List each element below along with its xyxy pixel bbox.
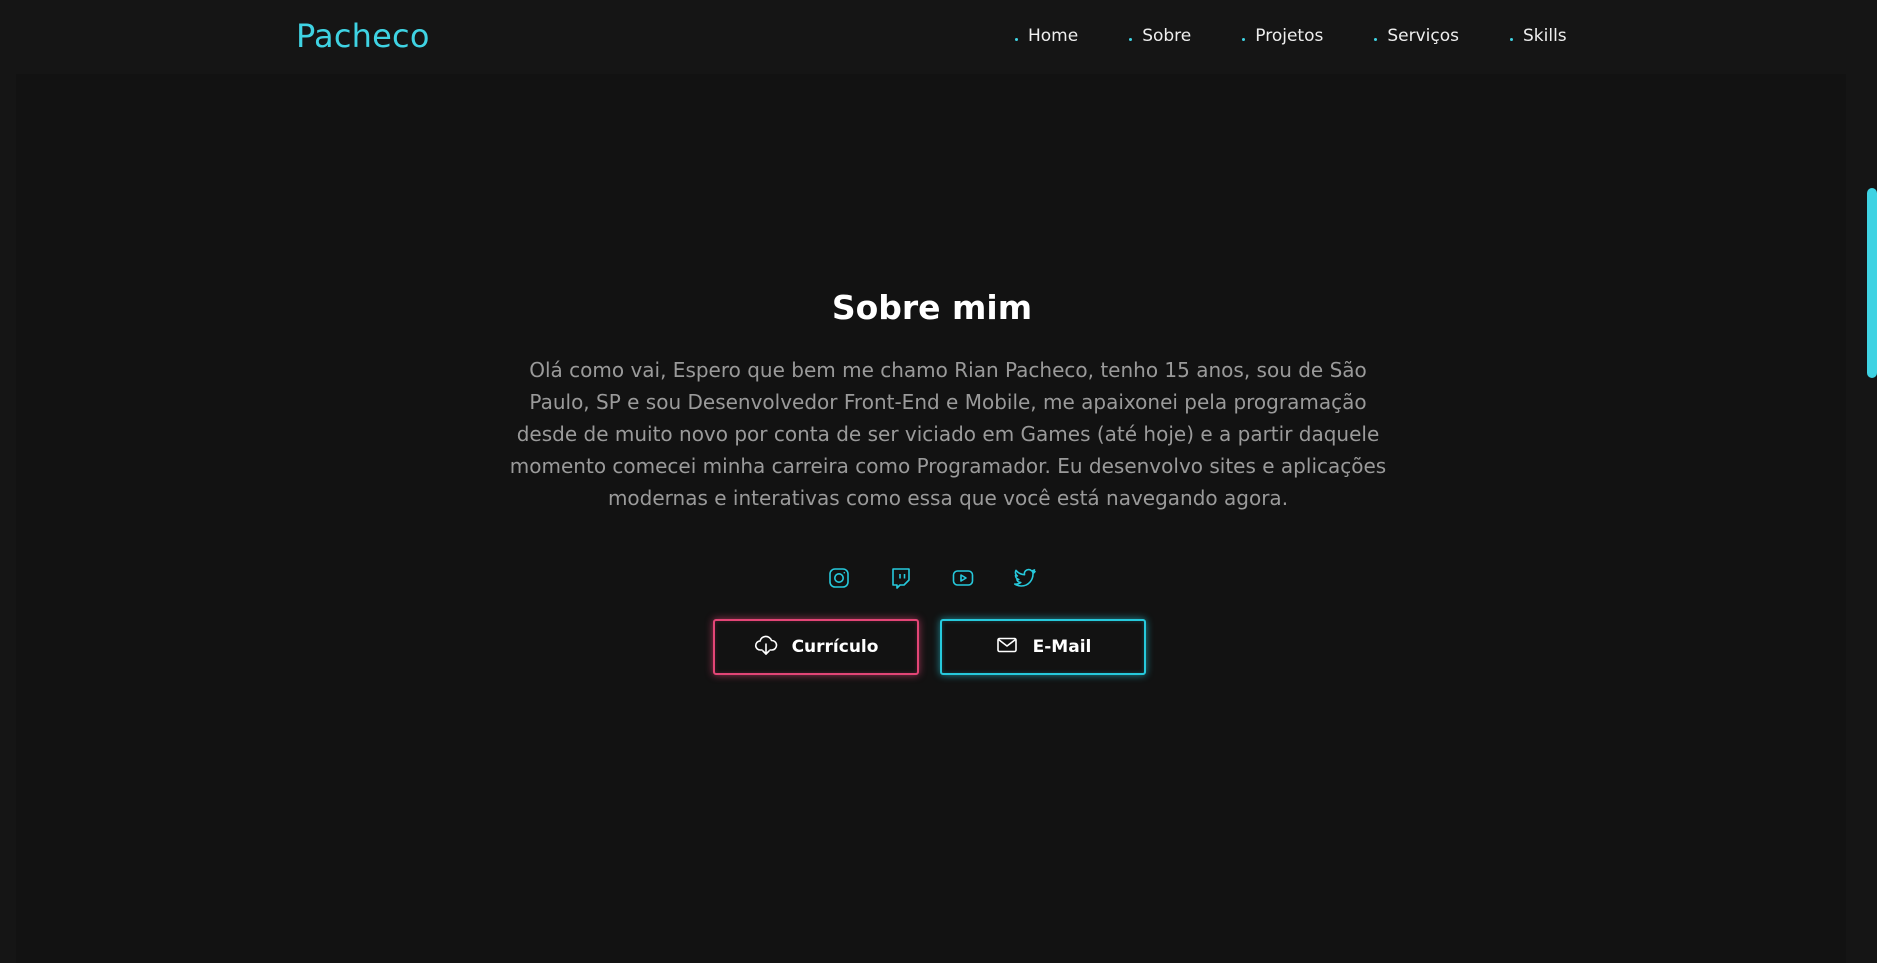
header: Pacheco Home Sobre Projetos Serviços Ski… — [0, 0, 1877, 74]
nav-item-label: Home — [1028, 26, 1079, 46]
nav-item-projetos[interactable]: Projetos — [1242, 22, 1323, 50]
page: Pacheco Home Sobre Projetos Serviços Ski… — [0, 0, 1877, 963]
nav-item-label: Sobre — [1142, 26, 1192, 46]
nav-dot — [1129, 37, 1133, 41]
nav-dot — [1509, 37, 1513, 41]
email-button-label: E-Mail — [1032, 637, 1092, 657]
resume-button-label: Currículo — [791, 637, 879, 657]
resume-button[interactable]: Currículo — [713, 619, 919, 675]
scrollbar-track[interactable] — [1867, 0, 1877, 963]
nav-item-sobre[interactable]: Sobre — [1129, 22, 1191, 50]
social-links — [16, 566, 1848, 590]
about-section: Sobre mim Olá como vai, Espero que bem m… — [16, 74, 1846, 963]
scrollbar-thumb[interactable] — [1867, 188, 1877, 378]
instagram-icon[interactable] — [827, 566, 851, 590]
main-nav: Home Sobre Projetos Serviços Skills — [1015, 22, 1567, 50]
nav-item-home[interactable]: Home — [1015, 22, 1078, 50]
main-content: Sobre mim Olá como vai, Espero que bem m… — [16, 74, 1846, 963]
nav-dot — [1015, 37, 1018, 41]
logo[interactable]: Pacheco — [296, 14, 430, 58]
mail-icon — [995, 633, 1019, 662]
twitter-icon[interactable] — [1013, 566, 1037, 590]
twitch-icon[interactable] — [889, 566, 913, 590]
about-description: Olá como vai, Espero que bem me chamo Ri… — [509, 358, 1387, 510]
about-actions: Currículo E-Mail — [713, 619, 1146, 675]
cloud-download-icon — [754, 633, 778, 662]
youtube-icon[interactable] — [951, 566, 975, 590]
about-title: Sobre mim — [831, 288, 1033, 327]
nav-item-skills[interactable]: Skills — [1509, 22, 1567, 50]
nav-item-label: Projetos — [1255, 26, 1324, 46]
email-button[interactable]: E-Mail — [940, 619, 1146, 675]
nav-dot — [1242, 37, 1246, 41]
nav-item-label: Serviços — [1387, 26, 1459, 46]
nav-dot — [1374, 37, 1378, 41]
nav-item-label: Skills — [1522, 26, 1567, 46]
nav-item-servicos[interactable]: Serviços — [1374, 22, 1459, 50]
